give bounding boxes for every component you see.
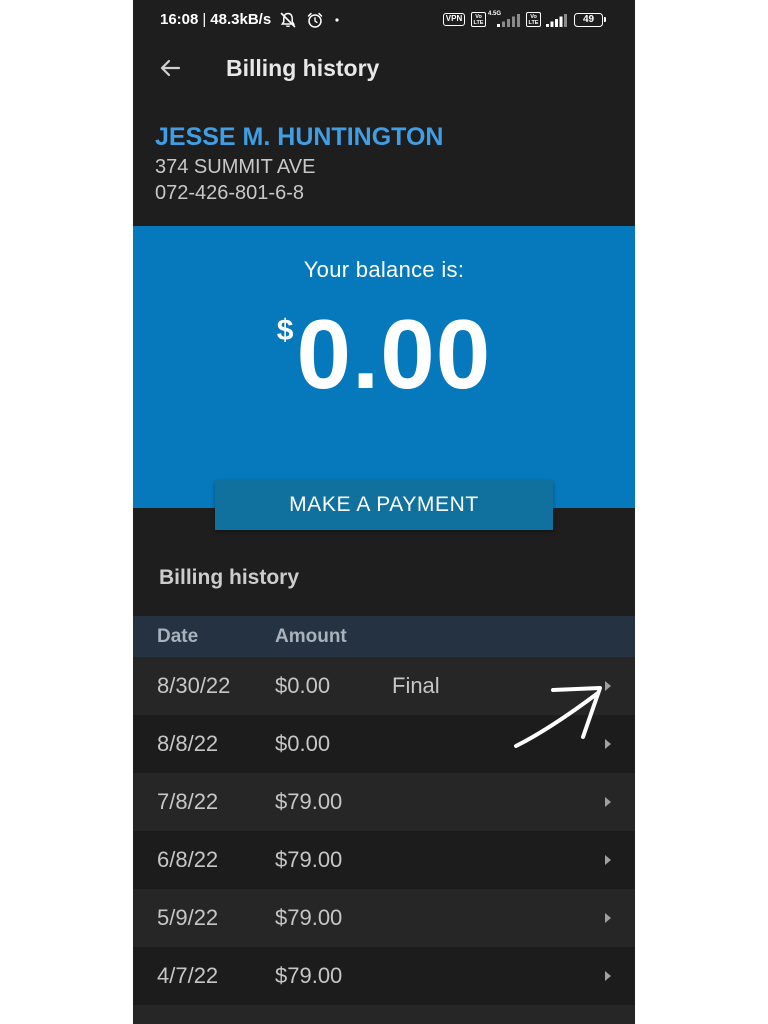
table-row[interactable]: 4/7/22 $79.00 bbox=[133, 947, 635, 1005]
volte-icon-sim2: Vo LTE bbox=[526, 12, 541, 27]
table-row[interactable]: 7/8/22 $79.00 bbox=[133, 773, 635, 831]
row-date: 5/9/22 bbox=[157, 905, 219, 930]
volte-icon: Vo LTE bbox=[471, 12, 486, 27]
table-row[interactable]: 5/9/22 $79.00 bbox=[133, 889, 635, 947]
balance-panel: Your balance is: $ 0.00 bbox=[133, 226, 635, 508]
clock: 16:08 bbox=[160, 11, 199, 28]
network-speed: 48.3kB/s bbox=[210, 11, 272, 28]
column-header-date: Date bbox=[157, 626, 199, 647]
row-amount: $0.00 bbox=[275, 731, 331, 756]
status-separator: | bbox=[202, 11, 207, 28]
row-date: 4/7/22 bbox=[157, 963, 219, 988]
account-number: 072-426-801-6-8 bbox=[155, 182, 304, 204]
row-amount: $79.00 bbox=[275, 789, 343, 814]
row-status: Final bbox=[392, 673, 440, 698]
chevron-right-icon bbox=[605, 913, 611, 923]
column-header-amount: Amount bbox=[275, 626, 347, 647]
row-amount: $79.00 bbox=[275, 963, 343, 988]
row-date: 8/30/22 bbox=[157, 673, 231, 698]
row-amount: $79.00 bbox=[275, 847, 343, 872]
signal-bars-icon bbox=[497, 14, 520, 27]
table-row[interactable]: 8/8/22 $0.00 bbox=[133, 715, 635, 773]
balance-label: Your balance is: bbox=[303, 257, 465, 282]
vpn-label: VPN bbox=[445, 14, 463, 23]
table-row-partial bbox=[133, 1005, 635, 1024]
back-arrow-icon[interactable] bbox=[159, 59, 181, 77]
balance-value: 0.00 bbox=[296, 299, 492, 409]
notification-dot-icon bbox=[335, 18, 339, 22]
row-date: 8/8/22 bbox=[157, 731, 219, 756]
row-amount: $79.00 bbox=[275, 905, 343, 930]
alarm-icon bbox=[307, 12, 323, 28]
status-bar-info: 16:08 | 48.3kB/s bbox=[160, 11, 271, 29]
table-row[interactable]: 8/30/22 $0.00 Final bbox=[133, 657, 635, 715]
account-holder-name: JESSE M. HUNTINGTON bbox=[155, 123, 444, 151]
billing-history-title: Billing history bbox=[159, 566, 300, 589]
chevron-right-icon bbox=[605, 681, 611, 691]
signal-icon: 4.5G bbox=[488, 11, 521, 28]
status-bar: 16:08 | 48.3kB/s VPN Vo LTE 4.5G Vo LTE … bbox=[133, 0, 635, 40]
volte-label-bottom: LTE bbox=[528, 19, 539, 26]
signal-icon-sim2 bbox=[546, 14, 567, 27]
currency-symbol: $ bbox=[276, 314, 294, 347]
balance-amount: $ 0.00 bbox=[133, 305, 635, 403]
chevron-right-icon bbox=[605, 971, 611, 981]
row-date: 6/8/22 bbox=[157, 847, 219, 872]
row-date: 7/8/22 bbox=[157, 789, 219, 814]
muted-bell-icon bbox=[280, 12, 296, 28]
phone-screen: 16:08 | 48.3kB/s VPN Vo LTE 4.5G Vo LTE … bbox=[133, 0, 635, 1024]
table-row[interactable]: 6/8/22 $79.00 bbox=[133, 831, 635, 889]
volte-label-bottom: LTE bbox=[473, 19, 484, 26]
battery-level: 49 bbox=[582, 14, 595, 25]
billing-history-table: Date Amount 8/30/22 $0.00 Final 8/8/22 $… bbox=[133, 616, 635, 1024]
vpn-icon: VPN bbox=[443, 13, 465, 26]
chevron-right-icon bbox=[605, 739, 611, 749]
make-payment-button[interactable]: MAKE A PAYMENT bbox=[215, 480, 553, 530]
table-header: Date Amount bbox=[133, 616, 635, 657]
account-address: 374 SUMMIT AVE bbox=[155, 156, 316, 178]
chevron-right-icon bbox=[605, 855, 611, 865]
battery-icon: 49 bbox=[574, 13, 606, 27]
page-title: Billing history bbox=[226, 55, 380, 81]
chevron-right-icon bbox=[605, 797, 611, 807]
back-button[interactable] bbox=[149, 51, 191, 85]
row-amount: $0.00 bbox=[275, 673, 331, 698]
